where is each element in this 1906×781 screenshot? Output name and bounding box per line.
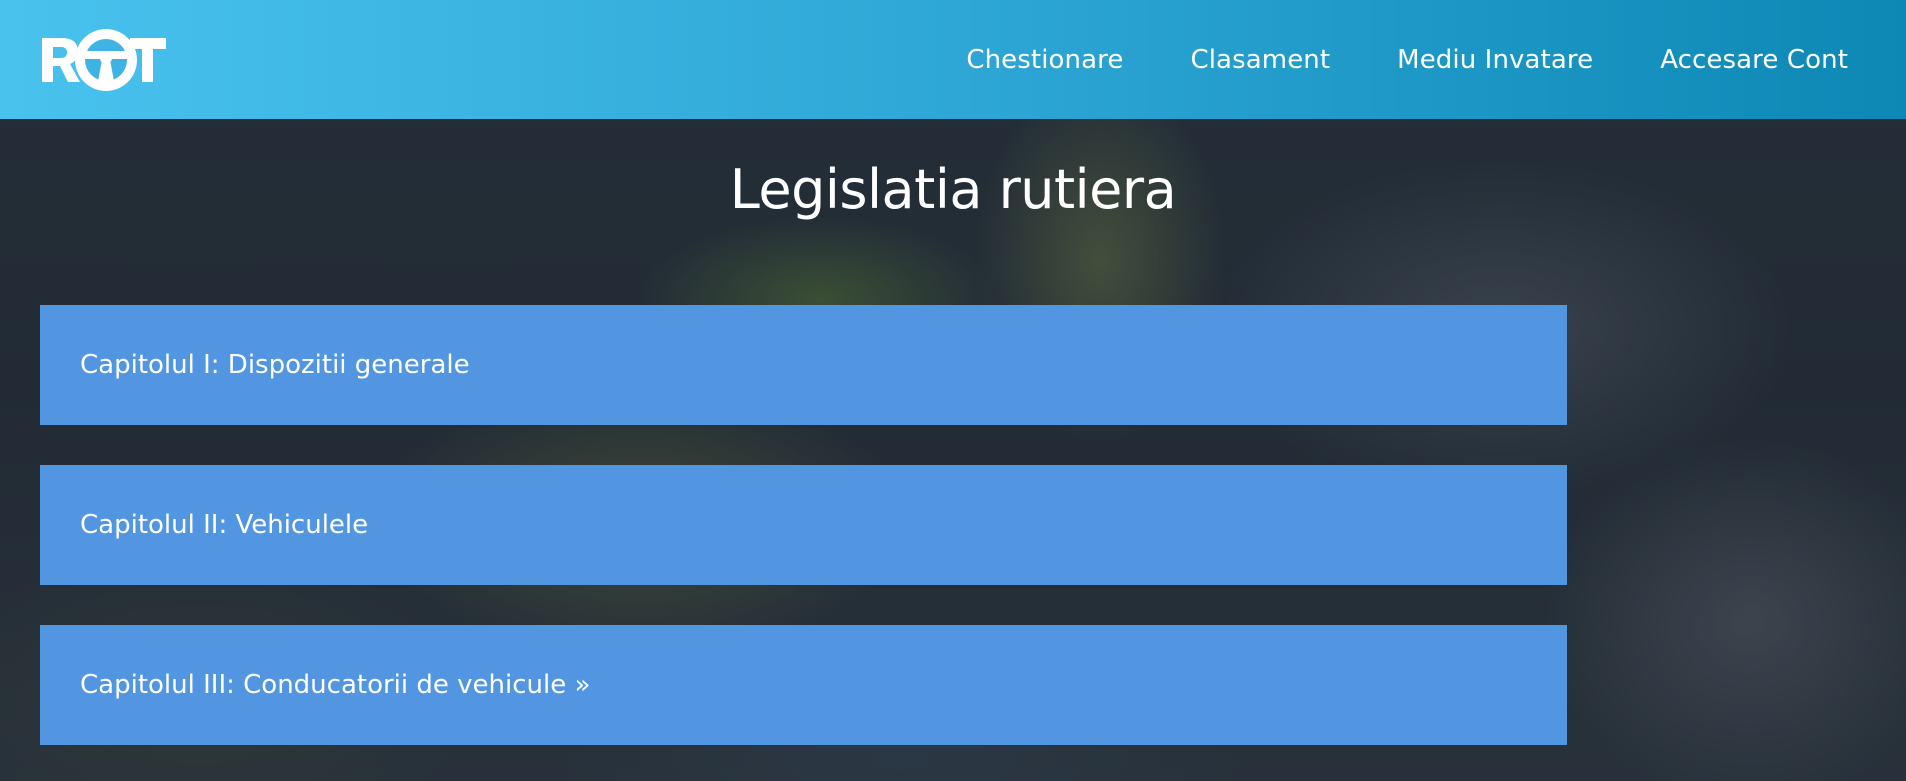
nav-mediu-invatare[interactable]: Mediu Invatare bbox=[1397, 45, 1593, 75]
page: Chestionare Clasament Mediu Invatare Acc… bbox=[0, 0, 1906, 781]
main-nav: Chestionare Clasament Mediu Invatare Acc… bbox=[899, 0, 1848, 119]
site-logo[interactable] bbox=[42, 24, 166, 96]
chapter-item-2[interactable]: Capitolul II: Vehiculele bbox=[40, 465, 1567, 585]
chapter-list: Capitolul I: Dispozitii generale Capitol… bbox=[40, 305, 1567, 781]
nav-chestionare[interactable]: Chestionare bbox=[966, 45, 1123, 75]
steering-wheel-icon bbox=[42, 29, 166, 91]
chapter-item-1[interactable]: Capitolul I: Dispozitii generale bbox=[40, 305, 1567, 425]
top-navbar: Chestionare Clasament Mediu Invatare Acc… bbox=[0, 0, 1906, 119]
nav-accesare-cont[interactable]: Accesare Cont bbox=[1660, 45, 1848, 75]
chapter-item-3[interactable]: Capitolul III: Conducatorii de vehicule … bbox=[40, 625, 1567, 745]
nav-clasament[interactable]: Clasament bbox=[1190, 45, 1330, 75]
page-title: Legislatia rutiera bbox=[729, 158, 1177, 221]
